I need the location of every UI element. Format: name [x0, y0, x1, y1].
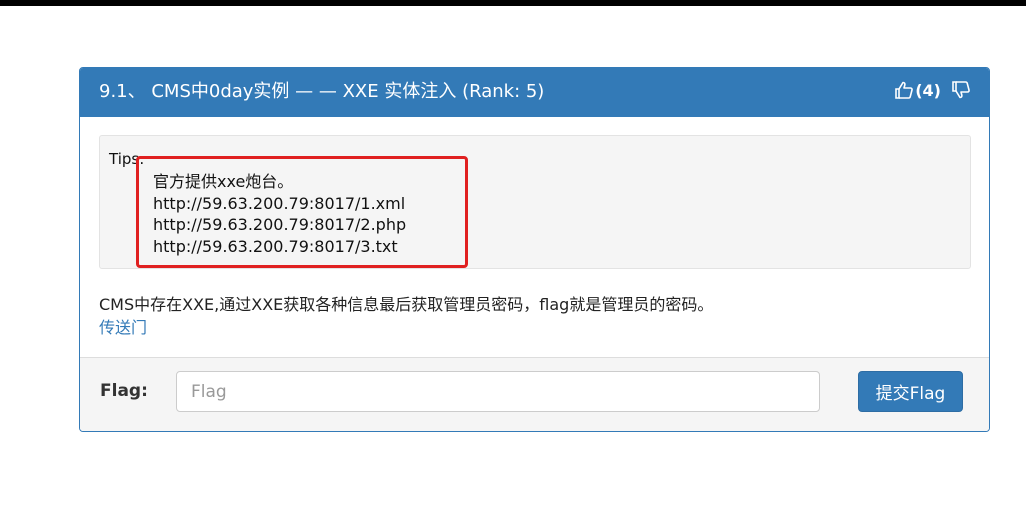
tips-line: http://59.63.200.79:8017/2.php: [153, 215, 407, 234]
flag-input[interactable]: [176, 371, 820, 412]
challenge-panel: 9.1、 CMS中0day实例 — — XXE 实体注入 (Rank: 5) (…: [79, 67, 990, 432]
tips-label: Tips:: [109, 150, 145, 168]
challenge-description: CMS中存在XXE,通过XXE获取各种信息最后获取管理员密码，flag就是管理员…: [99, 295, 714, 314]
tips-line: 官方提供xxe炮台。: [153, 172, 294, 191]
tips-content: 官方提供xxe炮台。 http://59.63.200.79:8017/1.xm…: [153, 171, 406, 257]
panel-heading: 9.1、 CMS中0day实例 — — XXE 实体注入 (Rank: 5) (…: [80, 68, 989, 117]
tips-line: http://59.63.200.79:8017/1.xml: [153, 193, 406, 213]
tips-box: Tips: 官方提供xxe炮台。 http://59.63.200.79:801…: [99, 135, 971, 269]
thumbs-down-icon: [951, 80, 971, 100]
tips-line: http://59.63.200.79:8017/3.txt: [153, 236, 398, 256]
flag-form: Flag: 提交Flag: [80, 357, 989, 431]
portal-link[interactable]: 传送门: [99, 317, 147, 339]
top-bar: [0, 0, 1026, 6]
challenge-title: 9.1、 CMS中0day实例 — — XXE 实体注入 (Rank: 5): [99, 81, 545, 102]
dislike-button[interactable]: [951, 80, 971, 100]
flag-label: Flag:: [100, 381, 148, 401]
like-button[interactable]: (4): [894, 80, 941, 100]
submit-flag-button[interactable]: 提交Flag: [858, 371, 963, 412]
like-count: (4): [915, 80, 941, 100]
thumbs-up-icon: [894, 80, 914, 100]
vote-group: (4): [894, 80, 971, 100]
